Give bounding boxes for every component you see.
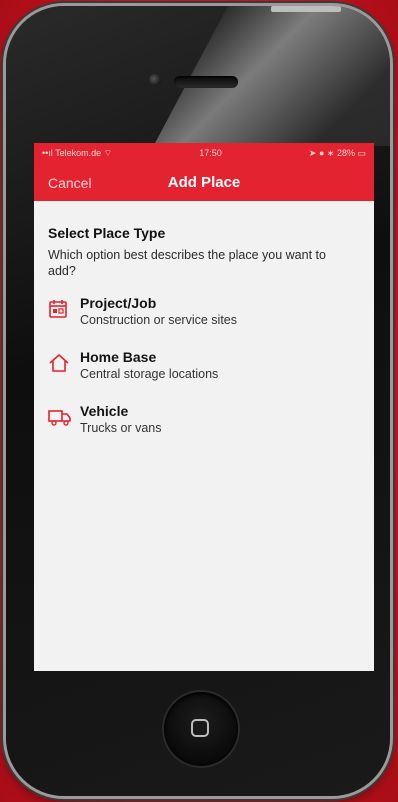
option-description: Construction or service sites <box>80 313 238 327</box>
option-text: Vehicle Trucks or vans <box>80 403 162 436</box>
option-title: Project/Job <box>80 295 157 311</box>
status-right: ➤ ● ∗ 28% ▭ <box>308 147 366 158</box>
calendar-icon <box>48 295 80 324</box>
page-title: Add Place <box>167 174 241 191</box>
wifi-icon: ⌔ <box>101 147 113 158</box>
phone-frame: ••ıl Telekom.de ⌔ 17:50 ➤ ● ∗ 28% ▭ Canc… <box>6 6 390 796</box>
home-button[interactable] <box>164 692 238 766</box>
home-icon <box>48 349 80 378</box>
option-text: Home Base Central storage locations <box>80 349 218 382</box>
truck-icon <box>48 403 80 432</box>
background: ••ıl Telekom.de ⌔ 17:50 ➤ ● ∗ 28% ▭ Canc… <box>0 0 398 802</box>
section-subtitle: Which option best describes the place yo… <box>48 248 326 278</box>
option-title: Vehicle <box>80 403 129 419</box>
option-title: Home Base <box>80 349 157 365</box>
battery-icon: ▭ <box>357 147 366 158</box>
earpiece-speaker <box>174 76 238 88</box>
option-vehicle[interactable]: Vehicle Trucks or vans <box>48 403 360 436</box>
option-description: Trucks or vans <box>80 421 162 435</box>
option-text: Project/Job Construction or service site… <box>80 295 237 328</box>
option-description: Central storage locations <box>80 367 219 381</box>
section-title: Select Place Type <box>48 225 166 241</box>
option-home-base[interactable]: Home Base Central storage locations <box>48 349 360 382</box>
home-button-square-icon <box>191 719 209 737</box>
front-camera <box>149 74 161 86</box>
nav-bar: Cancel Add Place <box>34 163 374 201</box>
status-time: 17:50 <box>199 148 222 158</box>
status-carrier: ••ıl Telekom.de ⌔ <box>42 147 113 158</box>
app-screen: ••ıl Telekom.de ⌔ 17:50 ➤ ● ∗ 28% ▭ Canc… <box>34 143 374 671</box>
option-project-job[interactable]: Project/Job Construction or service site… <box>48 295 360 328</box>
place-type-content: Select Place Type Which option best desc… <box>34 201 374 436</box>
location-icon: ➤ ● ∗ <box>308 147 337 158</box>
status-bar: ••ıl Telekom.de ⌔ 17:50 ➤ ● ∗ 28% ▭ <box>34 143 374 163</box>
sleep-button <box>271 6 341 12</box>
signal-icon: ••ıl <box>42 147 56 158</box>
